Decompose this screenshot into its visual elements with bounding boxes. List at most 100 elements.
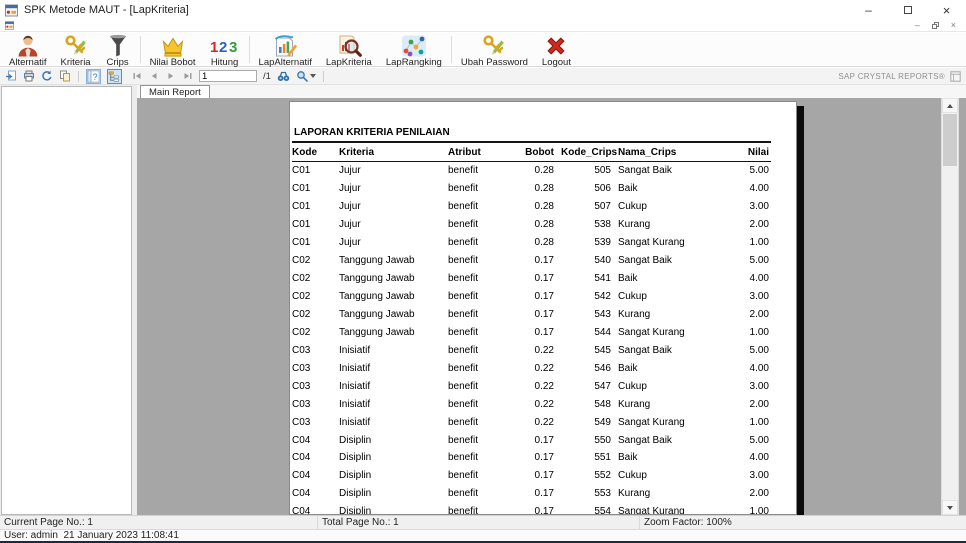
vertical-scrollbar[interactable]: [941, 98, 959, 515]
zoom-dropdown-caret[interactable]: [309, 74, 316, 78]
go-previous-icon[interactable]: [149, 70, 159, 83]
table-cell: 1.00: [749, 506, 769, 515]
table-cell: C03: [292, 416, 311, 428]
table-cell: Sangat Kurang: [618, 237, 685, 249]
svg-text:1: 1: [210, 39, 218, 56]
table-cell: 549: [594, 416, 611, 428]
toolbar-button-laprangking[interactable]: LapRangking: [379, 33, 449, 68]
mdi-restore-button[interactable]: [931, 22, 939, 29]
table-cell: 540: [594, 255, 611, 267]
table-cell: Inisiatif: [339, 416, 371, 428]
find-icon[interactable]: [277, 70, 290, 83]
table-cell: Jujur: [339, 183, 361, 195]
table-cell: Jujur: [339, 237, 361, 249]
crystal-viewer-toolbar: ? /1 SAP CRYSTAL REPORTS®: [0, 68, 966, 85]
table-cell: Tanggung Jawab: [339, 273, 415, 285]
report-title: LAPORAN KRITERIA PENILAIAN: [294, 127, 450, 138]
page-number-input[interactable]: [199, 70, 257, 82]
magnifier-report-icon: [336, 34, 362, 57]
table-cell: Disiplin: [339, 506, 372, 515]
table-cell: 0.22: [534, 380, 554, 392]
table-cell: 0.17: [534, 273, 554, 285]
table-cell: Kurang: [618, 219, 651, 231]
table-cell: C01: [292, 165, 311, 177]
brand-label: SAP CRYSTAL REPORTS®: [838, 71, 945, 81]
table-cell: 4.00: [749, 183, 769, 195]
status-current-page: Current Page No.: 1: [0, 516, 318, 529]
minimize-button[interactable]: –: [849, 0, 888, 20]
table-cell: 505: [594, 165, 611, 177]
table-cell: benefit: [448, 434, 479, 446]
mdi-minimize-button[interactable]: –: [915, 21, 920, 30]
table-cell: Sangat Baik: [618, 344, 672, 356]
zoom-icon[interactable]: [296, 70, 316, 83]
tab-main-report[interactable]: Main Report: [140, 85, 210, 98]
toolbar-button-lapalternatif[interactable]: LapAlternatif: [252, 33, 319, 68]
go-next-icon[interactable]: [166, 70, 176, 83]
toolbar-button-label: Logout: [541, 57, 571, 68]
report-pencil-icon: [272, 34, 298, 57]
toolbar-button-crips[interactable]: Crips: [98, 33, 138, 68]
toolbar-button-lapkriteria[interactable]: LapKriteria: [319, 33, 379, 68]
table-cell: benefit: [448, 398, 479, 410]
toolbar-separator: [248, 36, 250, 63]
red-x-icon: [543, 34, 569, 57]
table-row: C02 Tanggung Jawab benefit 0.17 542 Cukup 3.00: [292, 288, 769, 306]
scroll-up-button[interactable]: [942, 98, 958, 113]
funnel-icon: [105, 34, 131, 57]
table-cell: benefit: [448, 183, 479, 195]
toolbar-button-label: LapRangking: [385, 57, 442, 68]
table-cell: Baik: [618, 273, 638, 285]
table-cell: benefit: [448, 506, 479, 515]
toolbar-button-label: Nilai Bobot: [149, 57, 196, 68]
go-last-icon[interactable]: [183, 70, 193, 83]
mdi-window-controls: – ×: [915, 21, 956, 30]
table-cell: Sangat Baik: [618, 255, 672, 267]
table-cell: Tanggung Jawab: [339, 255, 415, 267]
table-cell: benefit: [448, 488, 479, 500]
toolbar-button-alternatif[interactable]: Alternatif: [2, 33, 54, 68]
table-cell: 1.00: [749, 416, 769, 428]
toggle-group-tree-icon[interactable]: [107, 68, 122, 84]
table-cell: C03: [292, 362, 311, 374]
table-cell: Disiplin: [339, 434, 372, 446]
close-button[interactable]: ×: [927, 0, 966, 20]
mdi-close-button[interactable]: ×: [951, 21, 956, 30]
export-icon[interactable]: [5, 70, 17, 83]
table-cell: C02: [292, 291, 311, 303]
toolbar-button-hitung[interactable]: 1 2 3 Hitung: [203, 33, 247, 69]
toolbar-separator: [139, 36, 141, 63]
toggle-parameter-panel-icon[interactable]: ?: [86, 68, 101, 84]
table-cell: C04: [292, 452, 311, 464]
table-row: C03 Inisiatif benefit 0.22 549 Sangat Kurang 1…: [292, 413, 769, 431]
table-cell: C02: [292, 308, 311, 320]
table-cell: 0.17: [534, 470, 554, 482]
table-cell: 1.00: [749, 237, 769, 249]
table-cell: benefit: [448, 291, 479, 303]
toolbar-button-nilai-bobot[interactable]: Nilai Bobot: [143, 33, 203, 68]
table-cell: 550: [594, 434, 611, 446]
print-icon[interactable]: [23, 70, 35, 83]
toolbar-button-kriteria[interactable]: Kriteria: [54, 33, 98, 68]
toolbar-separator: [450, 36, 452, 63]
maximize-button[interactable]: [888, 0, 927, 20]
toolbar-button-logout[interactable]: Logout: [535, 33, 578, 68]
copy-icon[interactable]: [59, 70, 71, 83]
table-cell: C04: [292, 488, 311, 500]
go-first-icon[interactable]: [132, 70, 142, 83]
table-cell: C02: [292, 273, 311, 285]
table-cell: 541: [594, 273, 611, 285]
svg-text:?: ?: [93, 72, 98, 82]
table-cell: Cukup: [618, 201, 647, 213]
refresh-icon[interactable]: [41, 70, 53, 83]
table-cell: 548: [594, 398, 611, 410]
table-row: C02 Tanggung Jawab benefit 0.17 541 Baik 4.00: [292, 270, 769, 288]
table-cell: 0.22: [534, 362, 554, 374]
table-cell: benefit: [448, 362, 479, 374]
scrollbar-thumb[interactable]: [943, 114, 957, 166]
scroll-down-button[interactable]: [942, 500, 958, 515]
table-cell: Inisiatif: [339, 362, 371, 374]
user-info-bar: User: admin 21 January 2023 11:08:41: [0, 529, 966, 541]
toolbar-button-ubah-password[interactable]: Ubah Password: [454, 33, 535, 68]
table-cell: C04: [292, 506, 311, 515]
